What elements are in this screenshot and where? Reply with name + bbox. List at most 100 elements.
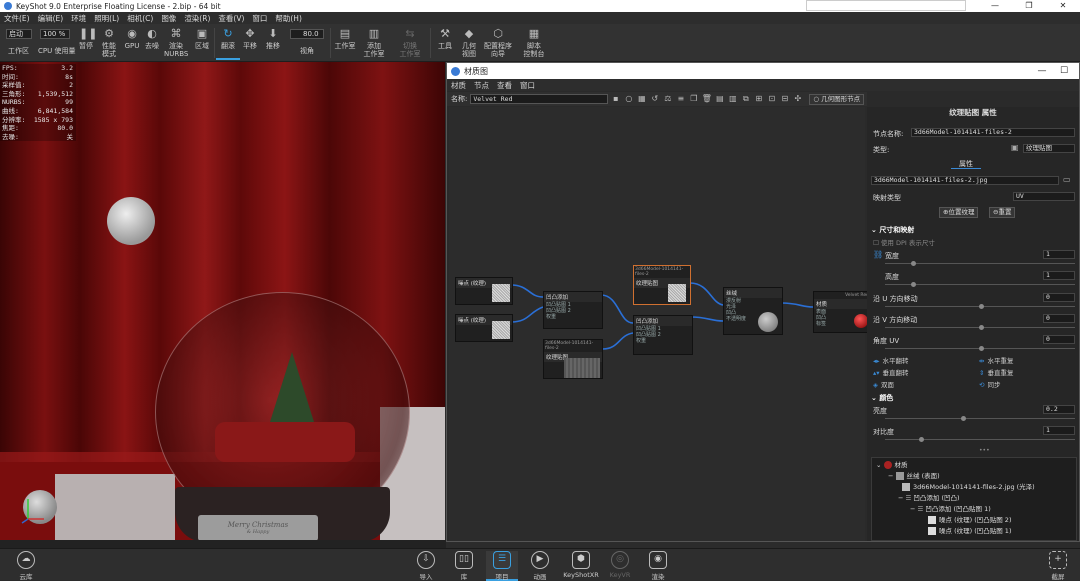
position-texture-button[interactable]: ⊕位置纹理 (939, 207, 979, 218)
repeat-horizontal-toggle[interactable]: ⇹ 水平重复 (979, 355, 1013, 365)
menu-environment[interactable]: 环境 (67, 13, 90, 24)
library-button[interactable]: ▯▯ 库 (448, 551, 480, 581)
zoom-icon[interactable]: ⊟ (779, 94, 790, 104)
tab-properties[interactable]: 属性 (951, 159, 981, 169)
u-shift-slider[interactable] (885, 304, 1075, 309)
v-shift-slider[interactable] (885, 325, 1075, 330)
menu-edit[interactable]: 编辑(E) (34, 13, 68, 24)
use-dpi-checkbox[interactable]: ☐ 使用 DPI 表示尺寸 (873, 237, 935, 247)
node-port[interactable]: 权重 (546, 314, 602, 320)
expand-icon[interactable]: ⊞ (753, 94, 764, 104)
menu-lighting[interactable]: 照明(L) (90, 13, 123, 24)
dolly-button[interactable]: ⬇ 推移 (261, 26, 285, 51)
pause-button[interactable]: ❚❚ 暂停 (74, 26, 98, 51)
tree-item-material[interactable]: ⌄ 材质 (876, 460, 908, 470)
flip-horizontal-toggle[interactable]: ◂▸ 水平翻转 (873, 355, 909, 365)
save-icon[interactable]: ▪ (610, 94, 621, 104)
screenshot-button[interactable]: + 截屏 (1042, 551, 1074, 581)
tumble-button[interactable]: ↻ 翻滚 (216, 26, 240, 60)
reset-button[interactable]: ⊖重置 (989, 207, 1016, 218)
render-viewport[interactable]: Merry Christmas & Happy FPS: 3.2 时间: 8s 采样… (0, 62, 445, 540)
tree-item-noise-1[interactable]: 噪点 (纹理) (凹凸贴图 2) (928, 515, 1011, 525)
contrast-input[interactable]: 1 (1043, 426, 1075, 435)
connect-icon[interactable]: ⧉ (740, 94, 751, 104)
tree-item-texture[interactable]: 3d66Model-1014141-files-2.jpg (光泽) (902, 482, 1035, 492)
workspace-select[interactable]: 启动 (6, 29, 32, 39)
maximize-button[interactable]: ❐ (1012, 0, 1046, 12)
script-console-button[interactable]: ▦ 脚本 控制台 (522, 26, 546, 59)
fov-input[interactable]: 80.0 (290, 29, 324, 39)
menu-camera[interactable]: 相机(C) (123, 13, 157, 24)
node-port[interactable]: 权重 (636, 338, 692, 344)
grid-icon[interactable]: ▦ (636, 94, 647, 104)
copy-icon[interactable]: ❐ (688, 94, 699, 104)
studio-button[interactable]: ▤ 工作室 (332, 26, 358, 51)
node-bump-add-2[interactable]: 凹凸添加 凹凸贴图 1 凹凸贴图 2 权重 (633, 315, 693, 355)
height-slider[interactable] (885, 282, 1075, 287)
slider-knob[interactable] (979, 304, 984, 309)
slider-knob[interactable] (979, 325, 984, 330)
region-button[interactable]: ▣ 区域 (190, 26, 214, 51)
align-icon[interactable]: ≡ (675, 94, 686, 104)
performance-mode-button[interactable]: ⚙ 性能 模式 (97, 26, 121, 59)
node-velvet[interactable]: 丝绒 漫反射 光泽 凹凸 不透明度 (723, 287, 783, 335)
pan-button[interactable]: ✥ 平移 (238, 26, 262, 51)
brightness-slider[interactable] (885, 416, 1075, 421)
keyvr-button[interactable]: ◎ KeyVR (604, 551, 636, 579)
tree-item-velvet[interactable]: − 丝绒 (表面) (888, 471, 940, 481)
animation-button[interactable]: ▶ 动画 (524, 551, 556, 581)
mapping-type-select[interactable]: UV (1013, 192, 1075, 201)
layout-icon[interactable]: ▤ (714, 94, 725, 104)
close-button[interactable]: ✕ (1046, 0, 1080, 12)
node-bump-add-1[interactable]: 凹凸添加 凹凸贴图 1 凹凸贴图 2 权重 (543, 291, 603, 329)
angle-slider[interactable] (885, 346, 1075, 351)
color-section[interactable]: ⌄ 颜色 (871, 393, 893, 403)
add-studio-button[interactable]: ▥ 添加 工作室 (361, 26, 387, 59)
material-name-input[interactable]: Velvet Red (470, 94, 609, 104)
mw-menu-view[interactable]: 查看 (493, 80, 516, 91)
splitter-handle[interactable]: ••• (979, 447, 990, 454)
slider-knob[interactable] (911, 261, 916, 266)
node-texture-map-1[interactable]: 3d66Model-1014141-files-2 纹理贴图 (543, 339, 603, 379)
cpu-usage-select[interactable]: 100 % (40, 29, 70, 39)
size-mapping-section[interactable]: ⌄ 尺寸和映射 (871, 225, 914, 235)
texture-file-input[interactable]: 3d66Model-1014141-files-2.jpg (871, 176, 1059, 185)
tools-button[interactable]: ⚒ 工具 (433, 26, 457, 51)
menu-view[interactable]: 查看(V) (214, 13, 248, 24)
sync-toggle[interactable]: ⟲ 同步 (979, 379, 1000, 389)
mw-menu-material[interactable]: 材质 (447, 80, 470, 91)
node-material-output[interactable]: Velvet Red 材质 表面 凹凸 标签 (813, 291, 871, 333)
configurator-wizard-button[interactable]: ⬡ 配置程序 向导 (482, 26, 514, 59)
node-noise-texture-1[interactable]: 噪点 (纹理) (455, 277, 513, 305)
flip-vertical-toggle[interactable]: ▴▾ 垂直翻转 (873, 367, 909, 377)
split-icon[interactable]: ✣ (792, 94, 803, 104)
tree-item-noise-2[interactable]: 噪点 (纹理) (凹凸贴图 1) (928, 526, 1011, 536)
render-button[interactable]: ◉ 渲染 (642, 551, 674, 581)
angle-input[interactable]: 0 (1043, 335, 1075, 344)
u-shift-input[interactable]: 0 (1043, 293, 1075, 302)
title-search-input[interactable] (806, 0, 966, 11)
minimize-button[interactable]: — (978, 0, 1012, 12)
geometry-node-button[interactable]: ○ 几何图形节点 (809, 93, 865, 105)
reload-icon[interactable]: ↺ (649, 94, 660, 104)
width-slider[interactable] (885, 261, 1075, 266)
link-icon[interactable]: ⛓ (873, 250, 883, 259)
geometry-view-button[interactable]: ◆ 几何 视图 (457, 26, 481, 59)
menu-render[interactable]: 渲染(R) (180, 13, 214, 24)
node-name-input[interactable]: 3d66Model-1014141-files-2 (911, 128, 1075, 137)
slider-knob[interactable] (911, 282, 916, 287)
mw-menu-node[interactable]: 节点 (470, 80, 493, 91)
keyshotxr-button[interactable]: ⬢ KeyShotXR (562, 551, 600, 579)
menu-image[interactable]: 图像 (157, 13, 180, 24)
menu-window[interactable]: 窗口 (248, 13, 271, 24)
slider-knob[interactable] (979, 346, 984, 351)
node-texture-map-2[interactable]: 3d66Model-1014141-files-2 纹理贴图 (633, 265, 691, 305)
folder-icon[interactable]: ▭ (1063, 175, 1071, 184)
width-input[interactable]: 1 (1043, 250, 1075, 259)
node-graph-canvas[interactable]: 噪点 (纹理) 噪点 (纹理) 凹凸添加 凹凸贴图 1 凹凸贴图 2 权重 3d… (449, 107, 871, 541)
slider-knob[interactable] (961, 416, 966, 421)
mw-minimize-button[interactable]: — (1031, 63, 1053, 79)
tree-item-bump-add-2[interactable]: − ☰ 凹凸添加 (凹凸贴图 1) (910, 504, 991, 514)
menu-help[interactable]: 帮助(H) (271, 13, 306, 24)
arrange-icon[interactable]: ⚖ (662, 94, 673, 104)
